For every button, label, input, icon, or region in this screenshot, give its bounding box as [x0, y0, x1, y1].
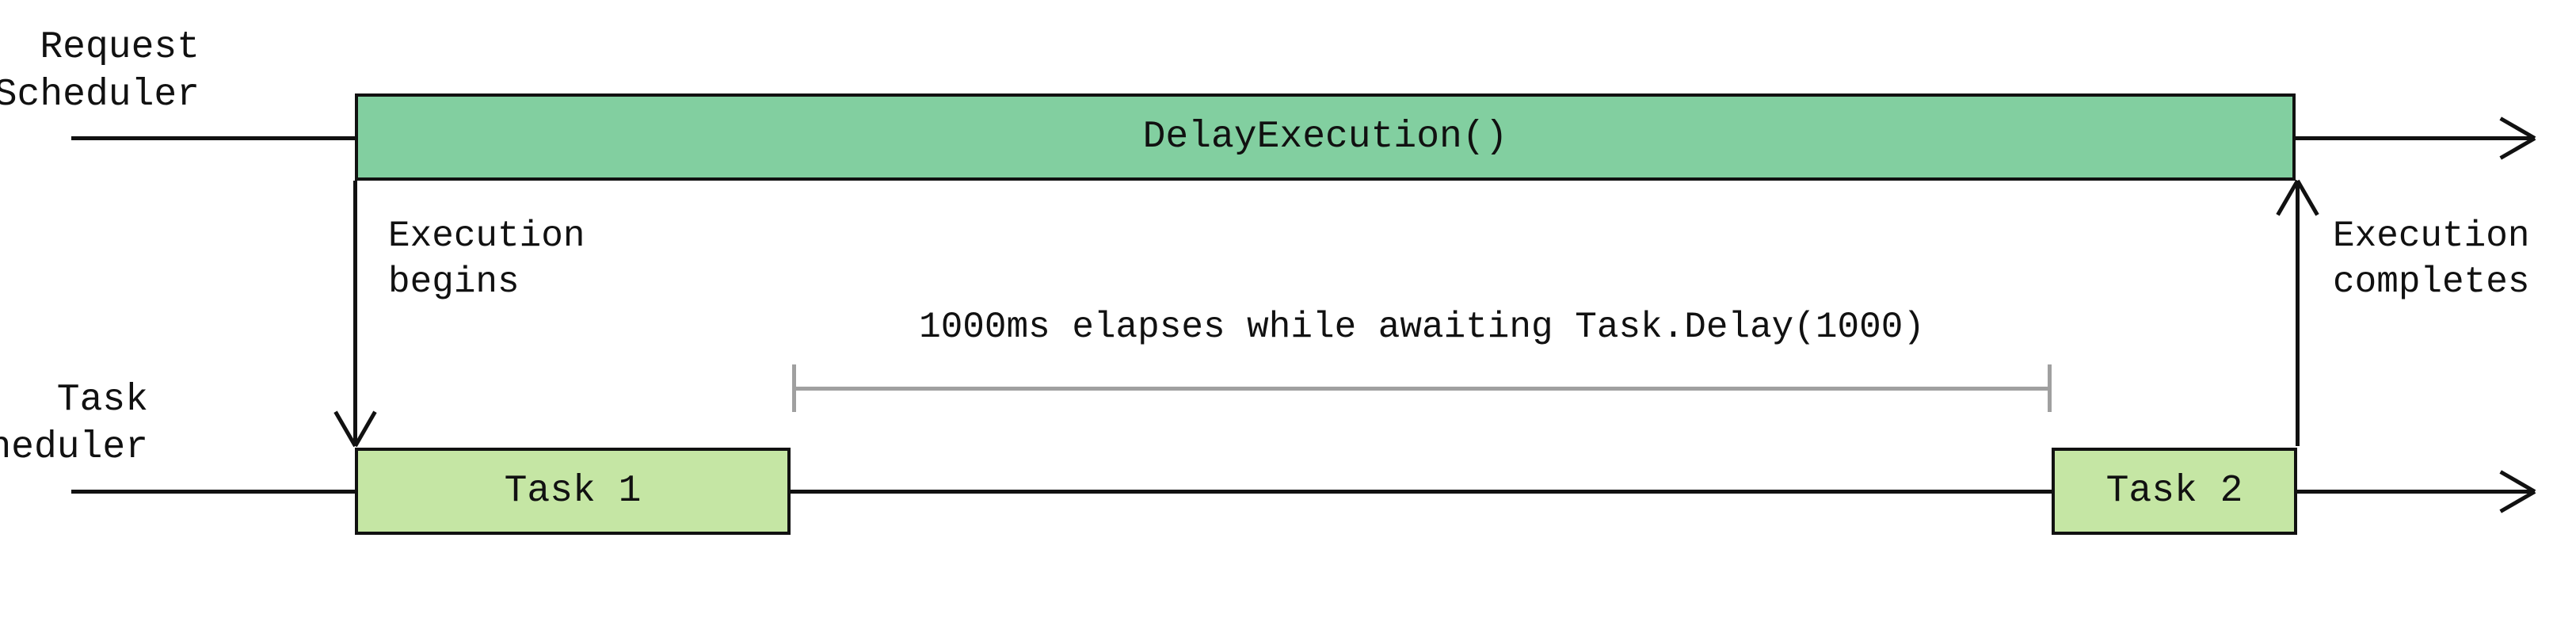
arrow-execution-begins-line [353, 181, 357, 446]
lane-label-request-scheduler: Request Scheduler [0, 24, 200, 119]
note-elapses: 1000ms elapses while awaiting Task.Delay… [792, 305, 2052, 351]
bar-task-2: Task 2 [2052, 448, 2297, 535]
note-execution-begins: Execution begins [388, 214, 585, 305]
bar-delay-execution-label: DelayExecution() [1143, 116, 1508, 158]
axis-request-scheduler-right [2289, 136, 2535, 140]
arrow-execution-completes-line [2296, 181, 2300, 446]
note-execution-completes: Execution completes [2333, 214, 2529, 305]
bar-task-2-label: Task 2 [2106, 470, 2243, 513]
elapses-span [792, 387, 2052, 391]
bar-task-1-label: Task 1 [505, 470, 642, 513]
bar-delay-execution: DelayExecution() [355, 93, 2296, 181]
bar-task-1: Task 1 [355, 448, 791, 535]
elapses-tick-right [2048, 364, 2052, 412]
axis-request-scheduler-left [71, 136, 355, 140]
async-await-timeline: Request Scheduler Task Scheduler DelayEx… [0, 0, 2576, 618]
lane-label-task-scheduler: Task Scheduler [0, 376, 148, 471]
